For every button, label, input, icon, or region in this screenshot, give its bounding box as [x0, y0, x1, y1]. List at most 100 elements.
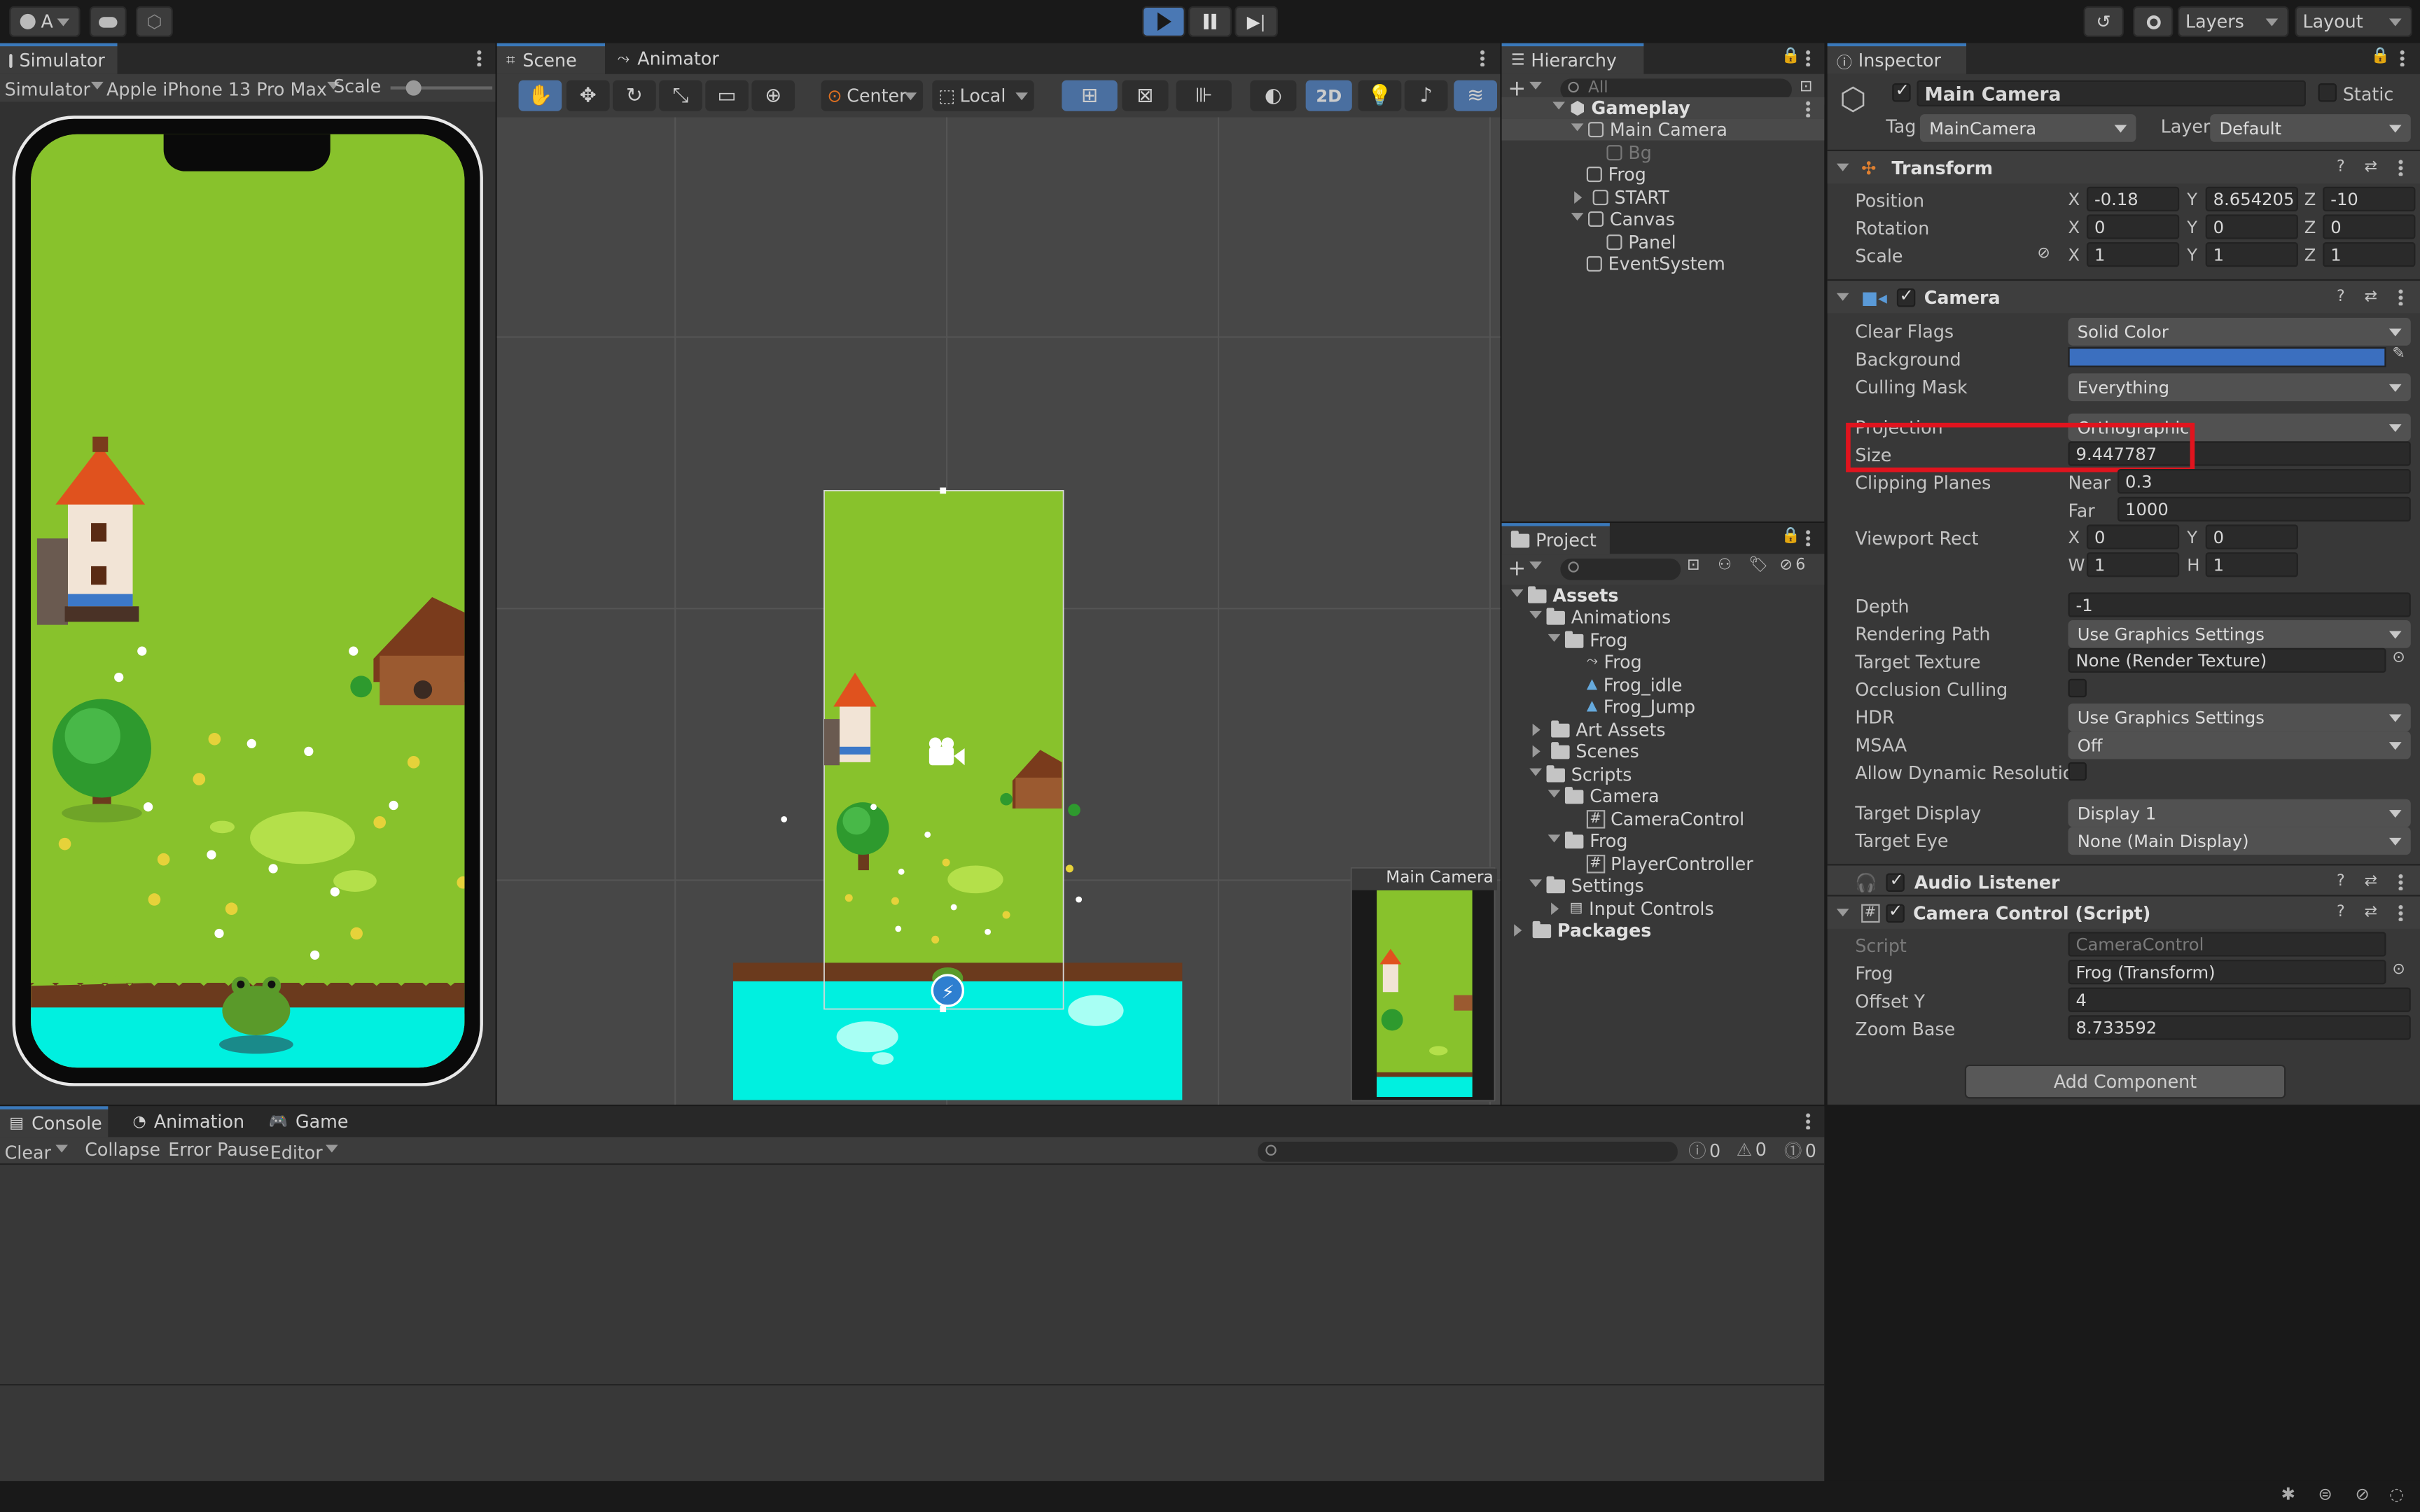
msaa-dropdown[interactable]: Off: [2068, 731, 2411, 760]
project-item-frog-controller[interactable]: ⤳ Frog: [1587, 651, 1642, 673]
project-item-frog-folder[interactable]: Frog: [1548, 830, 1627, 852]
move-tool-icon[interactable]: ✥: [566, 80, 610, 111]
hidden-packages-toggle[interactable]: ⊘ 6: [1779, 557, 1805, 574]
position-y-field[interactable]: 8.654205: [2205, 186, 2298, 211]
inspector-menu-icon[interactable]: [2400, 49, 2405, 66]
project-item-scenes[interactable]: Scenes: [1529, 741, 1639, 762]
scale-y-field[interactable]: 1: [2205, 242, 2298, 267]
device-dropdown[interactable]: Apple iPhone 13 Pro Max: [106, 76, 340, 100]
search-by-label-icon[interactable]: ⚇: [1718, 557, 1732, 574]
viewport-w-field[interactable]: 1: [2086, 552, 2180, 578]
clear-button[interactable]: Clear: [5, 1139, 69, 1163]
log-count-toggle[interactable]: ⓘ 0: [1688, 1139, 1720, 1163]
console-search-input[interactable]: [1258, 1142, 1678, 1162]
cloud-button[interactable]: [89, 6, 127, 37]
layer-dropdown[interactable]: Default: [2210, 114, 2411, 142]
hand-tool-icon[interactable]: ✋: [518, 80, 562, 111]
viewport-h-field[interactable]: 1: [2205, 552, 2298, 578]
rendering-path-dropdown[interactable]: Use Graphics Settings: [2068, 620, 2411, 648]
lock-icon[interactable]: 🔒: [1781, 528, 1800, 545]
hierarchy-item-bg[interactable]: Bg: [1606, 142, 1652, 164]
rotation-y-field[interactable]: 0: [2205, 214, 2298, 239]
transform-menu-icon[interactable]: [2398, 159, 2403, 176]
eyedropper-icon[interactable]: ✎: [2392, 346, 2405, 363]
grid-snap-icon[interactable]: ⊞: [1062, 80, 1118, 111]
position-z-field[interactable]: -10: [2323, 186, 2416, 211]
depth-field[interactable]: -1: [2068, 592, 2411, 617]
background-color-swatch[interactable]: [2068, 346, 2386, 368]
error-count-toggle[interactable]: ⓵0: [1784, 1139, 1816, 1163]
scene-menu-icon[interactable]: [1480, 49, 1485, 66]
hierarchy-item-gameplay[interactable]: ⬢ Gameplay: [1552, 97, 1690, 119]
transform-tool-icon[interactable]: ⊕: [751, 80, 795, 111]
scale-z-field[interactable]: 1: [2323, 242, 2416, 267]
hdr-dropdown[interactable]: Use Graphics Settings: [2068, 704, 2411, 732]
project-item-assets[interactable]: Assets: [1510, 584, 1619, 606]
account-button[interactable]: A: [9, 6, 81, 37]
history-button[interactable]: ↺: [2083, 6, 2124, 37]
tab-hierarchy[interactable]: ☰ Hierarchy: [1501, 43, 1644, 74]
scene-visibility-icon[interactable]: ⊡: [1800, 78, 1812, 95]
console-splitter[interactable]: [0, 1384, 1825, 1386]
help-icon[interactable]: ?: [2337, 874, 2345, 890]
hierarchy-item-main-camera[interactable]: Main Camera: [1571, 119, 1727, 141]
camctl-menu-icon[interactable]: [2398, 904, 2403, 921]
tab-simulator[interactable]: Simulator: [0, 43, 118, 74]
cache-icon[interactable]: ⊜: [2318, 1484, 2332, 1504]
editor-dropdown[interactable]: Editor: [270, 1139, 338, 1163]
project-item-frog-jump[interactable]: ▲ Frog_Jump: [1587, 696, 1695, 718]
camera-control-header[interactable]: #Camera Control (Script) ?⇄: [1827, 895, 2420, 929]
pause-button[interactable]: [1188, 6, 1232, 37]
preset-icon[interactable]: ⇄: [2365, 874, 2377, 890]
snap-settings-icon[interactable]: ⊠: [1122, 80, 1169, 111]
bug-icon[interactable]: ✱: [2281, 1484, 2295, 1504]
hierarchy-menu-icon[interactable]: [1805, 49, 1811, 66]
network-icon[interactable]: ⊘: [2355, 1484, 2369, 1504]
space-dropdown[interactable]: ⬚ Local: [932, 80, 1034, 111]
hierarchy-item-canvas[interactable]: Canvas: [1571, 209, 1675, 230]
scene-view[interactable]: ⚡ Main Camera: [496, 117, 1501, 1105]
project-item-anim-frog-folder[interactable]: Frog: [1548, 629, 1627, 651]
link-icon[interactable]: ⊘: [2037, 245, 2050, 262]
preset-icon[interactable]: ⇄: [2365, 288, 2377, 305]
collapse-toggle[interactable]: Collapse: [85, 1139, 160, 1161]
zoom-base-field[interactable]: 8.733592: [2068, 1015, 2411, 1040]
project-item-animations[interactable]: Animations: [1529, 606, 1671, 628]
tag-dropdown[interactable]: MainCamera: [1919, 114, 2136, 142]
project-item-art-assets[interactable]: Art Assets: [1529, 719, 1666, 741]
tag-icon[interactable]: 🏷: [1748, 557, 1768, 574]
progress-icon[interactable]: ◌: [2389, 1484, 2404, 1504]
camera-header[interactable]: ■◂Camera ?⇄: [1827, 279, 2420, 314]
collab-button[interactable]: ⬡: [135, 6, 173, 37]
tab-animation[interactable]: ◔ Animation: [123, 1106, 256, 1137]
project-item-settings[interactable]: Settings: [1529, 875, 1644, 897]
scene-row-menu-icon[interactable]: [1805, 100, 1811, 118]
project-item-playercontroller[interactable]: # PlayerController: [1586, 853, 1753, 875]
target-texture-field[interactable]: None (Render Texture): [2068, 648, 2386, 673]
camera-control-checkbox[interactable]: [1885, 900, 1904, 922]
camera-menu-icon[interactable]: [2398, 288, 2403, 306]
hierarchy-item-start[interactable]: START: [1571, 187, 1669, 209]
hierarchy-item-panel[interactable]: Panel: [1606, 232, 1676, 253]
rotate-tool-icon[interactable]: ↻: [613, 80, 656, 111]
audio-menu-icon[interactable]: [2398, 873, 2403, 890]
audio-listener-checkbox[interactable]: [1886, 869, 1905, 891]
tab-console[interactable]: ▤ Console: [0, 1106, 109, 1138]
near-field[interactable]: 0.3: [2118, 469, 2411, 494]
increment-snap-icon[interactable]: ⊪: [1176, 80, 1232, 111]
scale-x-field[interactable]: 1: [2086, 242, 2180, 267]
fx-icon[interactable]: ≋: [1454, 80, 1497, 111]
error-pause-toggle[interactable]: Error Pause: [168, 1139, 269, 1161]
position-x-field[interactable]: -0.18: [2086, 186, 2180, 211]
lock-icon[interactable]: 🔒: [1781, 48, 1800, 64]
transform-header[interactable]: ✣ Transform ? ⇄: [1827, 149, 2420, 184]
project-item-frog-idle[interactable]: ▲ Frog_idle: [1587, 674, 1683, 696]
active-checkbox[interactable]: [1892, 80, 1911, 102]
project-item-packages[interactable]: Packages: [1511, 920, 1651, 941]
preset-icon[interactable]: ⇄: [2365, 159, 2377, 176]
lock-icon[interactable]: 🔒: [2370, 48, 2389, 64]
project-search-input[interactable]: [1560, 558, 1681, 580]
game-viewport[interactable]: [31, 134, 465, 1068]
create-asset-button[interactable]: +: [1508, 555, 1542, 582]
target-eye-dropdown[interactable]: None (Main Display): [2068, 827, 2411, 855]
